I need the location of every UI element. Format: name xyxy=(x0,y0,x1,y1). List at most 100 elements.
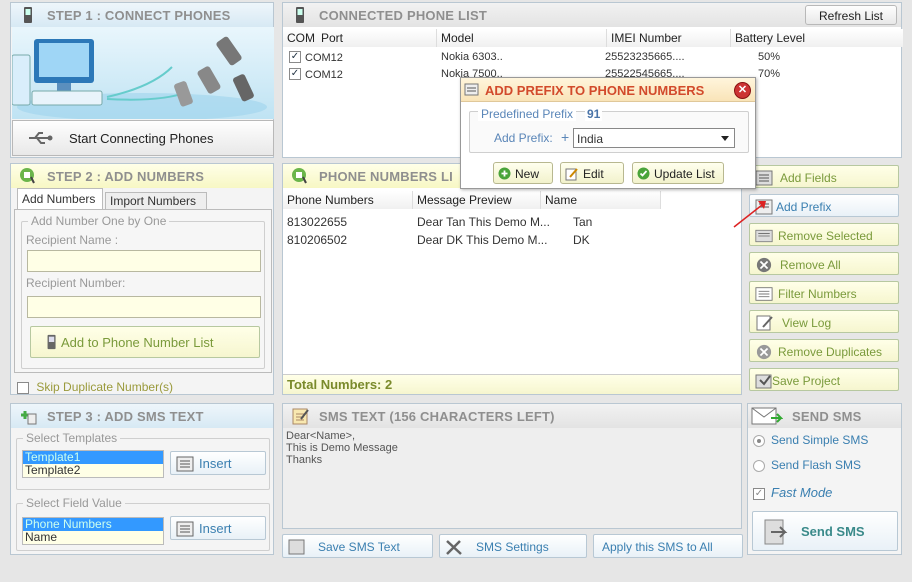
send-sms-title: SEND SMS xyxy=(792,409,862,424)
send-flash-label: Send Flash SMS xyxy=(771,458,862,472)
row-checkbox[interactable]: ✓ xyxy=(289,51,301,63)
row-imei: 25523235665.... xyxy=(605,51,685,63)
col-phone-numbers[interactable]: Phone Numbers xyxy=(283,191,413,209)
step1-title: STEP 1 : CONNECT PHONES xyxy=(47,8,231,23)
send-sms-button[interactable]: Send SMS xyxy=(752,511,898,551)
usb-icon xyxy=(29,132,53,144)
edit-prefix-label: Edit xyxy=(583,167,604,181)
phone-icon xyxy=(24,7,32,23)
send-simple-option[interactable]: Send Simple SMS xyxy=(753,433,868,447)
prefix-icon xyxy=(464,83,479,96)
remove-all-button[interactable]: Remove All xyxy=(749,252,899,275)
send-flash-radio[interactable] xyxy=(753,459,765,472)
table-row[interactable]: ✓ COM12 Nokia 6303.. 25523235665.... 50% xyxy=(283,49,903,65)
row-preview: Dear Tan This Demo M... xyxy=(417,215,550,229)
country-select[interactable]: India xyxy=(573,128,735,148)
col-name[interactable]: Name xyxy=(541,191,661,209)
remove-duplicates-button[interactable]: Remove Duplicates xyxy=(749,339,899,362)
sms-text-header: SMS TEXT (156 CHARACTERS LEFT) xyxy=(283,404,741,428)
row-checkbox[interactable]: ✓ xyxy=(289,68,301,80)
remove-icon xyxy=(756,344,772,360)
table-row[interactable]: 810206502 Dear DK This Demo M... DK xyxy=(283,231,741,247)
sms-textarea[interactable]: Dear<Name>, This is Demo Message Thanks xyxy=(284,428,742,528)
insert-icon xyxy=(176,521,194,537)
field-item[interactable]: Name xyxy=(23,531,163,544)
check-icon xyxy=(637,167,650,180)
edit-prefix-button[interactable]: Edit xyxy=(560,162,624,184)
fast-mode-option[interactable]: ✓ Fast Mode xyxy=(753,485,832,500)
row-preview: Dear DK This Demo M... xyxy=(417,233,548,247)
remove-duplicates-label: Remove Duplicates xyxy=(778,345,883,359)
sms-settings-label: SMS Settings xyxy=(476,540,549,554)
phones-illustration xyxy=(11,27,274,121)
add-to-list-button[interactable]: Add to Phone Number List xyxy=(30,326,260,358)
add-prefix-label: Add Prefix xyxy=(776,200,832,214)
send-simple-radio[interactable] xyxy=(753,434,765,447)
template-item[interactable]: Template2 xyxy=(23,464,163,477)
row-battery: 70% xyxy=(758,68,781,80)
recipient-number-field[interactable] xyxy=(27,296,261,318)
col-port[interactable]: Port xyxy=(317,29,437,47)
view-log-label: View Log xyxy=(782,316,832,330)
close-icon[interactable]: ✕ xyxy=(734,82,751,99)
col-com[interactable]: COM xyxy=(283,29,317,47)
skip-duplicate-checkbox[interactable] xyxy=(17,381,29,394)
new-prefix-label: New xyxy=(515,167,540,181)
col-message-preview[interactable]: Message Preview xyxy=(413,191,541,209)
send-flash-option[interactable]: Send Flash SMS xyxy=(753,458,861,472)
add-text-icon xyxy=(21,411,37,425)
col-imei[interactable]: IMEI Number xyxy=(607,29,731,47)
recipient-name-field[interactable] xyxy=(27,250,261,272)
phone-icon xyxy=(296,7,304,23)
view-log-button[interactable]: View Log xyxy=(749,310,899,333)
col-battery[interactable]: Battery Level xyxy=(731,29,903,47)
row-battery: 50% xyxy=(758,51,781,63)
edit-icon xyxy=(565,168,578,181)
predefined-prefix-value: 91 xyxy=(585,107,603,121)
numbers-title: PHONE NUMBERS LI xyxy=(319,169,453,184)
add-fields-button[interactable]: Add Fields xyxy=(749,165,899,188)
fields-icon xyxy=(755,170,773,186)
tab-import-numbers[interactable]: Import Numbers xyxy=(105,192,207,210)
fast-mode-checkbox[interactable]: ✓ xyxy=(753,487,765,500)
sms-settings-button[interactable]: SMS Settings xyxy=(439,534,587,558)
insert-label: Insert xyxy=(199,456,232,471)
chevron-down-icon xyxy=(721,136,729,141)
filter-numbers-button[interactable]: Filter Numbers xyxy=(749,281,899,304)
field-values-list[interactable]: Phone Numbers Name xyxy=(22,517,164,545)
start-connecting-button[interactable]: Start Connecting Phones xyxy=(12,120,274,156)
row-phone: 810206502 xyxy=(287,233,348,247)
refresh-list-button[interactable]: Refresh List xyxy=(805,5,897,25)
col-model[interactable]: Model xyxy=(437,29,607,47)
remove-selected-icon xyxy=(755,229,773,243)
fast-mode-label: Fast Mode xyxy=(771,485,833,500)
row-phone: 813022655 xyxy=(287,215,348,229)
filter-icon xyxy=(755,287,773,301)
templates-list[interactable]: Template1 Template2 xyxy=(22,450,164,478)
pointer-arrow-icon xyxy=(733,201,766,228)
insert-field-button[interactable]: Insert xyxy=(170,516,266,540)
apply-sms-all-button[interactable]: Apply this SMS to All xyxy=(593,534,743,558)
skip-duplicate-row[interactable]: Skip Duplicate Number(s) xyxy=(17,380,173,394)
insert-template-button[interactable]: Insert xyxy=(170,451,266,475)
save-project-button[interactable]: Save Project xyxy=(749,368,899,391)
send-simple-label: Send Simple SMS xyxy=(771,433,869,447)
tab-add-numbers[interactable]: Add Numbers xyxy=(17,188,103,210)
remove-all-label: Remove All xyxy=(780,258,841,272)
update-list-label: Update List xyxy=(654,167,715,181)
add-prefix-button[interactable]: Add Prefix xyxy=(749,194,899,217)
new-prefix-button[interactable]: New xyxy=(493,162,553,184)
total-numbers: Total Numbers: 2 xyxy=(287,377,393,392)
table-row[interactable]: 813022655 Dear Tan This Demo M... Tan xyxy=(283,213,741,229)
save-sms-text-button[interactable]: Save SMS Text xyxy=(282,534,433,558)
dialog-title: ADD PREFIX TO PHONE NUMBERS xyxy=(485,83,705,98)
update-list-button[interactable]: Update List xyxy=(632,162,724,184)
phone-list-title: CONNECTED PHONE LIST xyxy=(319,8,487,23)
apply-sms-all-label: Apply this SMS to All xyxy=(602,540,713,554)
step3-header: STEP 3 : ADD SMS TEXT xyxy=(11,404,273,428)
sms-line: Dear<Name>, xyxy=(286,430,356,442)
save-icon xyxy=(288,539,305,555)
remove-selected-button[interactable]: Remove Selected xyxy=(749,223,899,246)
sms-line: Thanks xyxy=(286,454,323,466)
add-prefix-field-label: Add Prefix: xyxy=(494,131,553,145)
